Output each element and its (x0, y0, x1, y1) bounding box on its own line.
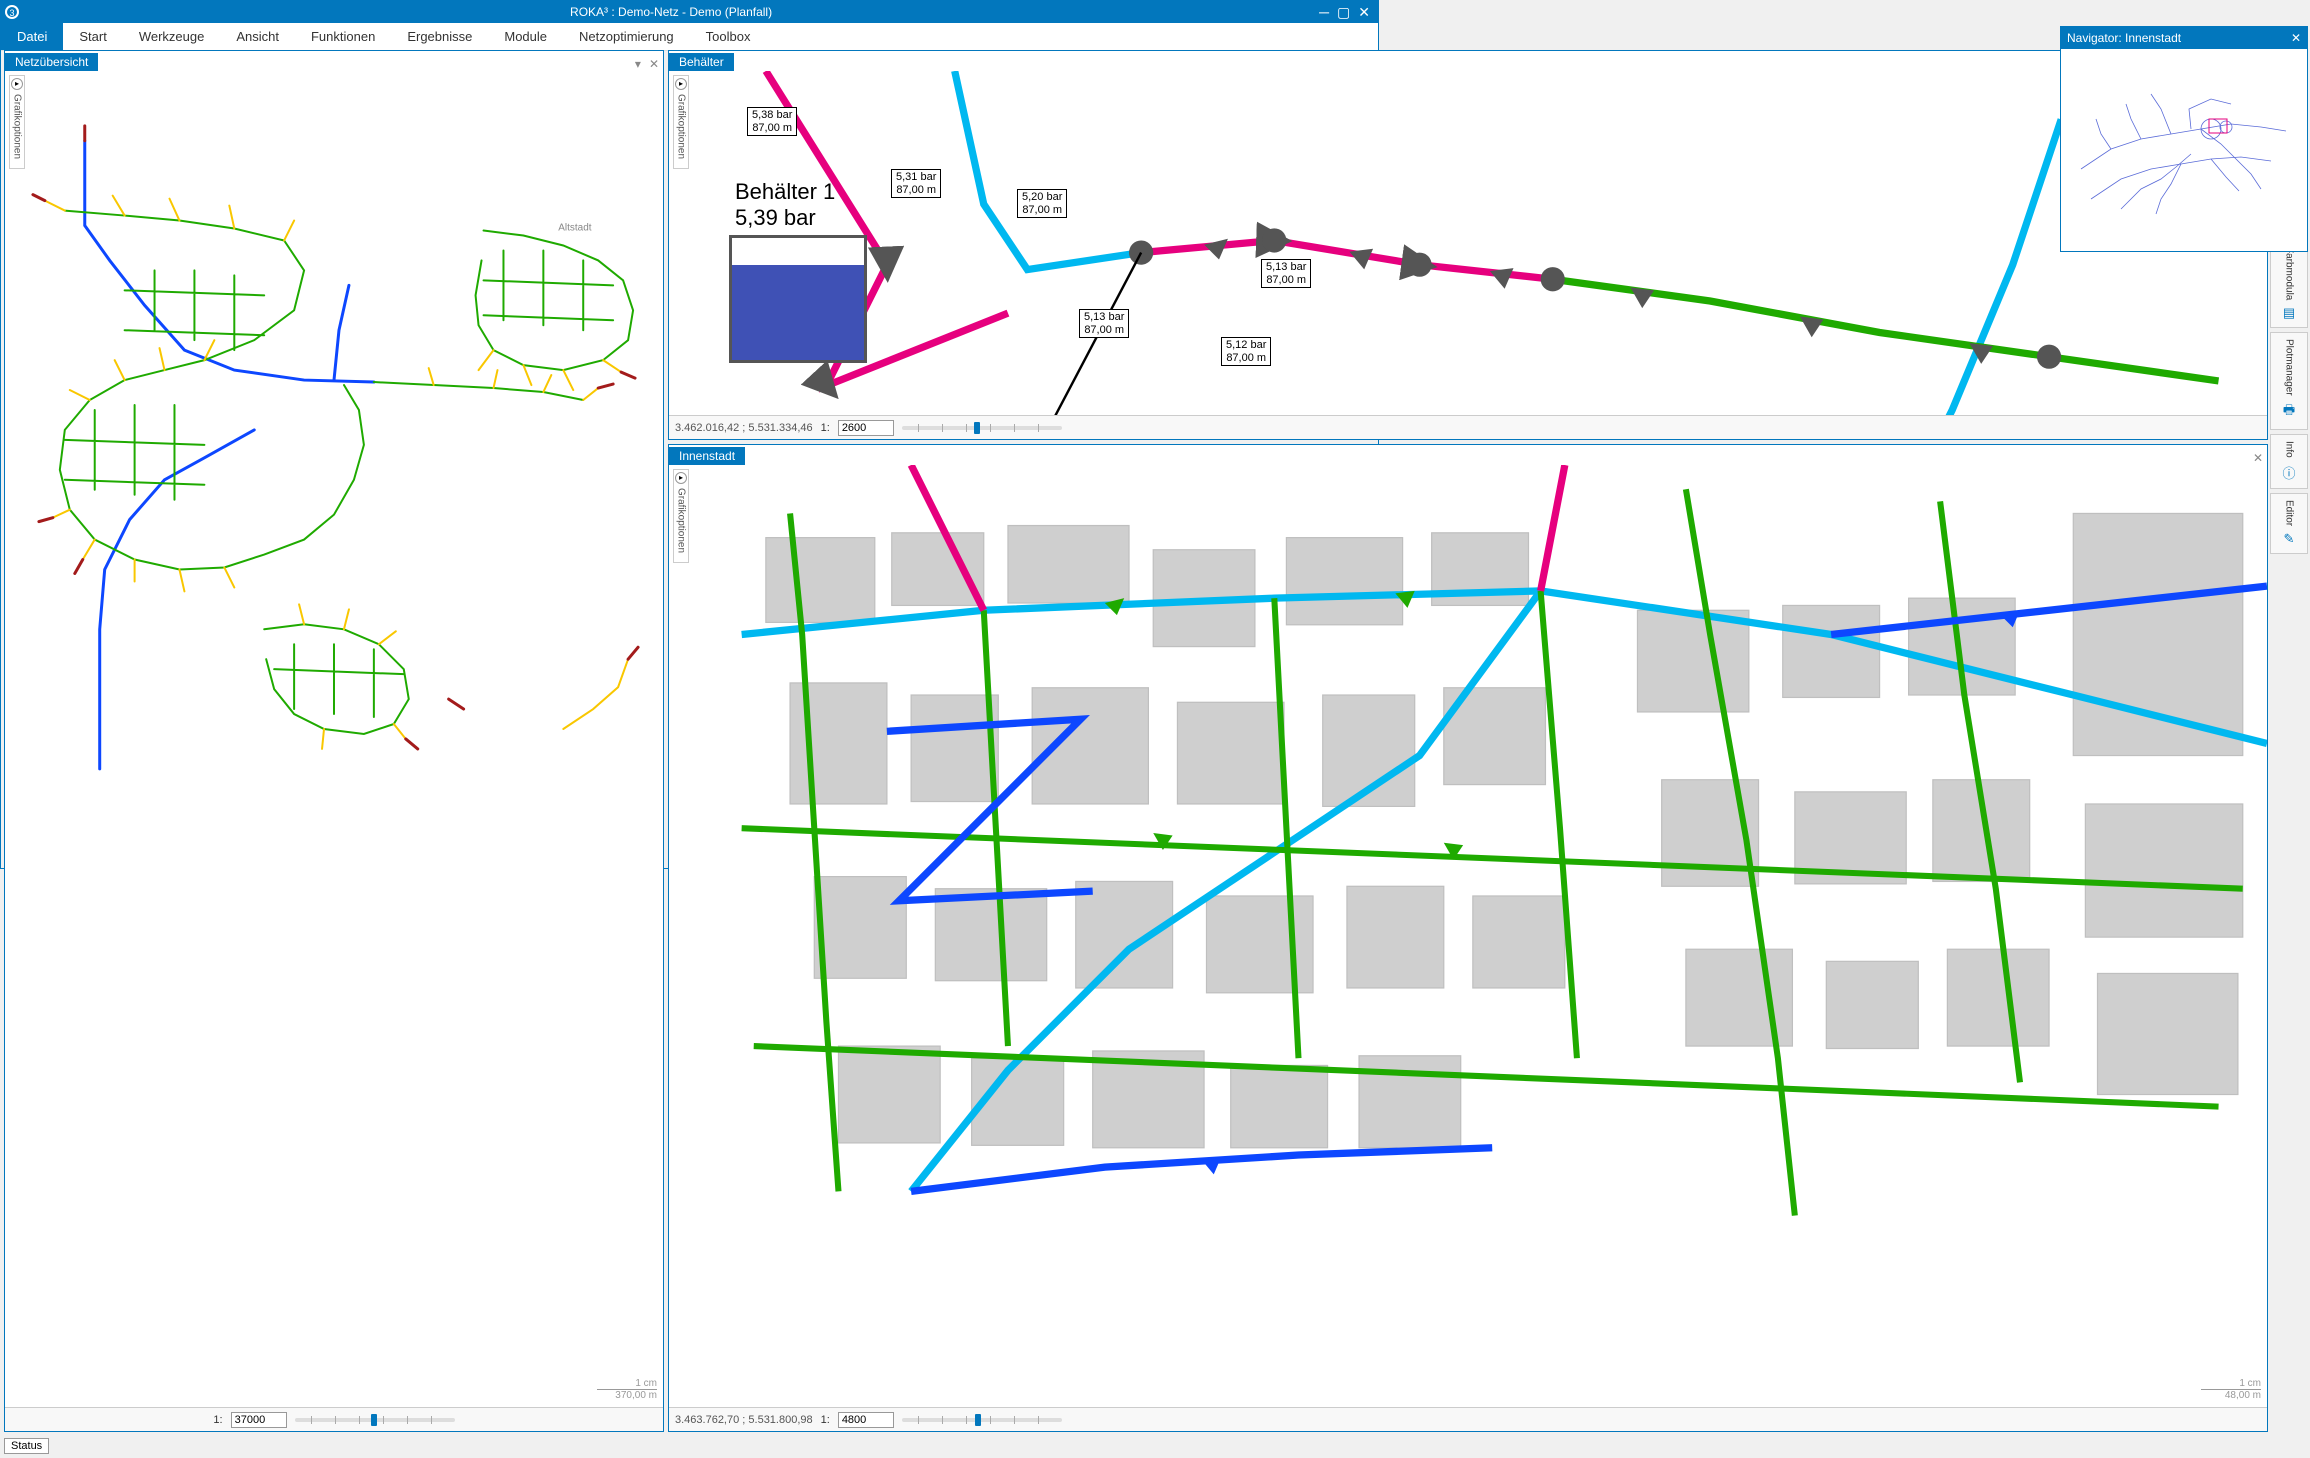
scalebar-innenstadt: 3.463.762,70 ; 5.531.800,98 1: (669, 1407, 2267, 1431)
node-label-3: 5,20 bar87,00 m (1017, 189, 1067, 218)
dock-farbmodulation[interactable]: Farbmodula▤ (2270, 240, 2308, 328)
menu-ansicht[interactable]: Ansicht (220, 23, 295, 50)
maximize-button[interactable]: ▢ (1337, 4, 1350, 21)
tank-name: Behälter 1 (735, 179, 835, 205)
title-bar: 3 ROKA³ : Demo-Netz - Demo (Planfall) ─ … (1, 1, 1378, 23)
menu-start[interactable]: Start (63, 23, 122, 50)
tab-innenstadt[interactable]: Innenstadt (669, 447, 745, 465)
scale-prefix: 1: (213, 1414, 222, 1426)
expand-icon[interactable]: ▸ (675, 78, 687, 90)
dock-editor[interactable]: Editor✎ (2270, 493, 2308, 554)
dock-tabs: Farbmodula▤ Plotmanager🖶 Infoⓘ Editor✎ (2270, 240, 2308, 554)
ruler-bottom: 370,00 m (597, 1390, 657, 1401)
navigator-minimap[interactable] (2061, 49, 2307, 251)
tab-behalter[interactable]: Behälter (669, 53, 734, 71)
ruler-top: 1 cm (2201, 1378, 2261, 1389)
menu-datei[interactable]: Datei (1, 23, 63, 50)
grafikoptionen-tab-behalter[interactable]: ▸ Grafikoptionen (673, 75, 689, 169)
navigator-title: Navigator: Innenstadt (2067, 31, 2291, 45)
expand-icon[interactable]: ▸ (11, 78, 23, 90)
close-button[interactable]: ✕ (1358, 4, 1370, 21)
navigator-panel[interactable]: Navigator: Innenstadt ✕ (2060, 26, 2308, 252)
tab-netzuebersicht[interactable]: Netzübersicht (5, 53, 98, 71)
panel-dropdown-icon[interactable]: ▾ (631, 57, 645, 71)
zoom-slider-overview[interactable] (295, 1418, 455, 1422)
navigator-close-icon[interactable]: ✕ (2291, 31, 2301, 45)
dock-plotmanager[interactable]: Plotmanager🖶 (2270, 332, 2308, 430)
node-label-1: 5,38 bar87,00 m (747, 107, 797, 136)
grafikoptionen-tab-overview[interactable]: ▸ Grafikoptionen (9, 75, 25, 169)
ruler-bottom: 48,00 m (2201, 1390, 2261, 1401)
scale-input-behalter[interactable] (838, 420, 894, 436)
coords-behalter: 3.462.016,42 ; 5.531.334,46 (675, 422, 813, 434)
menu-funktionen[interactable]: Funktionen (295, 23, 391, 50)
tank-graphic (729, 235, 867, 363)
panel-close-icon[interactable]: ✕ (645, 57, 663, 71)
svg-text:3: 3 (9, 8, 14, 18)
status-button[interactable]: Status (4, 1438, 49, 1454)
menu-werkzeuge[interactable]: Werkzeuge (123, 23, 221, 50)
scale-input-innenstadt[interactable] (838, 1412, 894, 1428)
node-label-4: 5,13 bar87,00 m (1261, 259, 1311, 288)
panel-netzuebersicht: Netzübersicht ▾ ✕ ▸ Grafikoptionen Altst… (4, 50, 664, 1432)
ruler-top: 1 cm (597, 1378, 657, 1389)
scale-input-overview[interactable] (231, 1412, 287, 1428)
dock-info[interactable]: Infoⓘ (2270, 434, 2308, 489)
map-behalter[interactable]: ▸ Grafikoptionen (669, 71, 2267, 439)
minimize-button[interactable]: ─ (1319, 4, 1329, 21)
menu-ergebnisse[interactable]: Ergebnisse (391, 23, 488, 50)
scalebar-behalter: 3.462.016,42 ; 5.531.334,46 1: (669, 415, 2267, 439)
menu-bar: Datei Start Werkzeuge Ansicht Funktionen… (1, 23, 1378, 51)
scalebar-overview: 1: (5, 1407, 663, 1431)
district-label: Altstadt (558, 223, 591, 234)
window-title: ROKA³ : Demo-Netz - Demo (Planfall) (23, 5, 1319, 19)
coords-innenstadt: 3.463.762,70 ; 5.531.800,98 (675, 1414, 813, 1426)
panel-behalter: Behälter ▸ Grafikoptionen (668, 50, 2268, 440)
expand-icon[interactable]: ▸ (675, 472, 687, 484)
menu-module[interactable]: Module (488, 23, 563, 50)
zoom-slider-behalter[interactable] (902, 426, 1062, 430)
menu-netzoptimierung[interactable]: Netzoptimierung (563, 23, 690, 50)
panel-close-icon[interactable]: ✕ (2249, 451, 2267, 465)
node-label-5: 5,13 bar87,00 m (1079, 309, 1129, 338)
tank-pressure: 5,39 bar (735, 205, 816, 231)
status-bar: Status (4, 1436, 49, 1456)
map-innenstadt[interactable]: ▸ Grafikoptionen (669, 465, 2267, 1431)
panel-innenstadt: Innenstadt ✕ ▸ Grafikoptionen (668, 444, 2268, 1432)
grafikoptionen-tab-innenstadt[interactable]: ▸ Grafikoptionen (673, 469, 689, 563)
menu-toolbox[interactable]: Toolbox (690, 23, 767, 50)
zoom-slider-innenstadt[interactable] (902, 1418, 1062, 1422)
app-icon: 3 (1, 1, 23, 23)
node-label-2: 5,31 bar87,00 m (891, 169, 941, 198)
node-label-6: 5,12 bar87,00 m (1221, 337, 1271, 366)
map-netzuebersicht[interactable]: ▸ Grafikoptionen Altstadt (5, 71, 663, 1431)
